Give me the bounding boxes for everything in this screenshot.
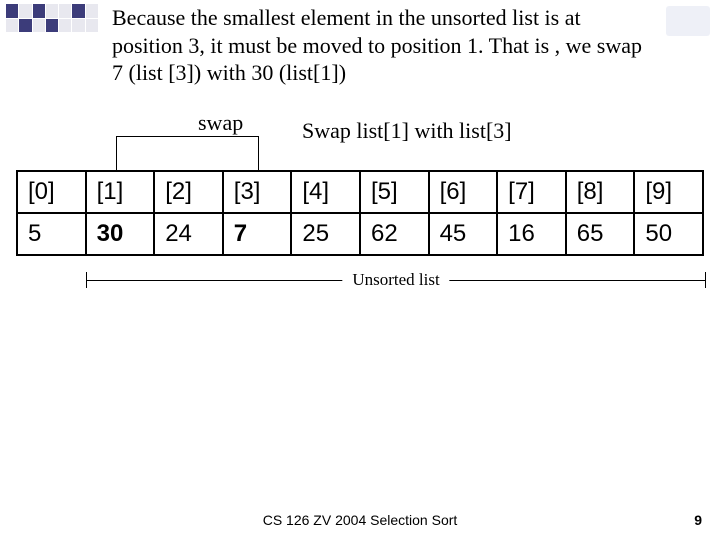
value-cell: 25 xyxy=(291,213,360,255)
bullet-logo-grid xyxy=(6,4,98,32)
unsorted-range-bracket: Unsorted list xyxy=(86,270,706,294)
swap-caption: Swap list[1] with list[3] xyxy=(302,118,512,144)
value-cell: 24 xyxy=(154,213,223,255)
header-cell: [7] xyxy=(497,171,566,213)
value-cell: 50 xyxy=(634,213,703,255)
header-cell: [8] xyxy=(566,171,635,213)
value-cell: 5 xyxy=(17,213,86,255)
header-cell: [6] xyxy=(429,171,498,213)
unsorted-range-label: Unsorted list xyxy=(342,270,449,290)
header-cell: [4] xyxy=(291,171,360,213)
header-cell: [1] xyxy=(86,171,155,213)
header-cell: [9] xyxy=(634,171,703,213)
bullet-logo xyxy=(6,4,98,32)
value-cell: 62 xyxy=(360,213,429,255)
footer-page-number: 9 xyxy=(694,512,702,528)
value-cell: 45 xyxy=(429,213,498,255)
swap-bracket-right xyxy=(258,136,259,170)
header-cell: [5] xyxy=(360,171,429,213)
header-cell: [3] xyxy=(223,171,292,213)
value-cell: 30 xyxy=(86,213,155,255)
body-text: Because the smallest element in the unso… xyxy=(112,4,652,87)
corner-badge xyxy=(666,6,710,36)
unsorted-range-tick-right xyxy=(705,272,706,288)
footer-center: CS 126 ZV 2004 Selection Sort xyxy=(0,512,720,528)
table-row: 5 30 24 7 25 62 45 16 65 50 xyxy=(17,213,703,255)
value-cell: 65 xyxy=(566,213,635,255)
value-cell: 16 xyxy=(497,213,566,255)
unsorted-range-tick-left xyxy=(86,272,87,288)
swap-bracket-left xyxy=(116,136,117,170)
swap-bracket-top xyxy=(116,136,258,137)
table-row: [0] [1] [2] [3] [4] [5] [6] [7] [8] [9] xyxy=(17,171,703,213)
swap-label: swap xyxy=(198,112,243,134)
array-table: [0] [1] [2] [3] [4] [5] [6] [7] [8] [9] … xyxy=(16,170,704,256)
value-cell: 7 xyxy=(223,213,292,255)
header-cell: [2] xyxy=(154,171,223,213)
header-cell: [0] xyxy=(17,171,86,213)
